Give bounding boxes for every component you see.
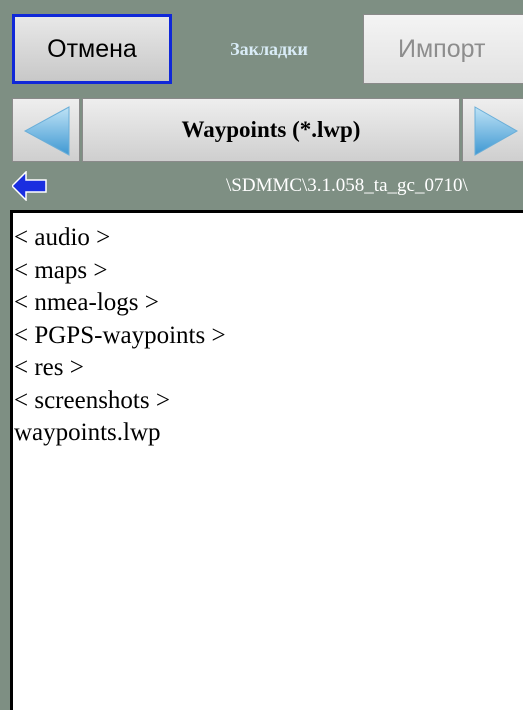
cancel-button[interactable]: Отмена (12, 14, 172, 84)
list-item[interactable]: < audio > (13, 222, 523, 255)
list-item[interactable]: < nmea-logs > (13, 287, 523, 320)
import-button[interactable]: Импорт (363, 14, 523, 84)
back-arrow-icon[interactable] (12, 171, 48, 201)
bookmarks-tab[interactable]: Закладки (180, 14, 358, 84)
left-triangle-icon (23, 106, 70, 156)
file-filter-label: Waypoints (*.lwp) (82, 98, 460, 162)
next-filter-button[interactable] (462, 98, 523, 162)
current-path-text: \SDMMC\3.1.058_ta_gc_0710\ (226, 175, 468, 196)
previous-filter-button[interactable] (12, 98, 80, 162)
list-item[interactable]: waypoints.lwp (13, 417, 523, 450)
list-item[interactable]: < res > (13, 352, 523, 385)
list-item[interactable]: < screenshots > (13, 385, 523, 418)
current-path: \SDMMC\3.1.058_ta_gc_0710\ (0, 170, 523, 202)
right-triangle-icon (474, 106, 519, 156)
list-item[interactable]: < maps > (13, 255, 523, 288)
file-list[interactable]: < audio > < maps > < nmea-logs > < PGPS-… (10, 210, 523, 710)
list-item[interactable]: < PGPS-waypoints > (13, 320, 523, 353)
